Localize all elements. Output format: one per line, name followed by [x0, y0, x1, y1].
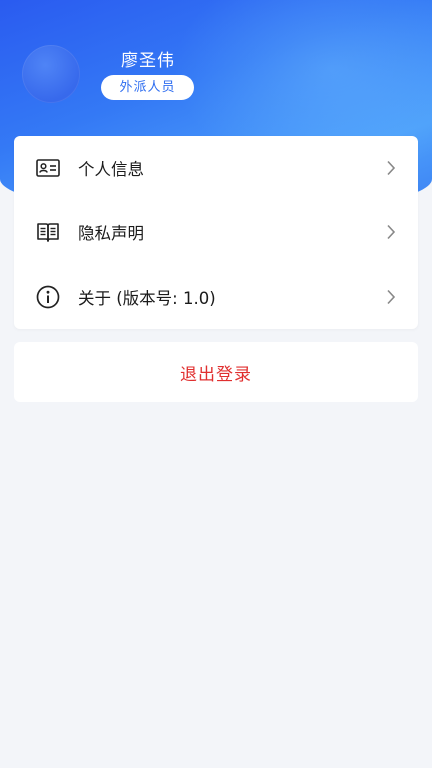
logout-label: 退出登录 [180, 364, 252, 385]
chevron-right-icon [384, 161, 398, 176]
chevron-right-icon [384, 225, 398, 240]
menu-card: 个人信息 隐私声明 关于 (版本号: 1.0) [14, 136, 418, 329]
menu-item-privacy[interactable]: 隐私声明 [14, 200, 418, 264]
id-card-icon [36, 156, 60, 180]
book-icon [36, 220, 60, 244]
user-name: 廖圣伟 [121, 51, 175, 71]
menu-item-personal-info[interactable]: 个人信息 [14, 136, 418, 200]
info-icon [36, 285, 60, 309]
avatar[interactable] [22, 45, 80, 103]
logout-button[interactable]: 退出登录 [14, 342, 418, 402]
role-badge: 外派人员 [101, 75, 194, 100]
chevron-right-icon [384, 289, 398, 304]
menu-label-about: 关于 (版本号: 1.0) [78, 288, 216, 308]
menu-label-privacy: 隐私声明 [78, 224, 144, 244]
menu-item-about[interactable]: 关于 (版本号: 1.0) [14, 265, 418, 329]
menu-label-personal-info: 个人信息 [78, 160, 144, 180]
